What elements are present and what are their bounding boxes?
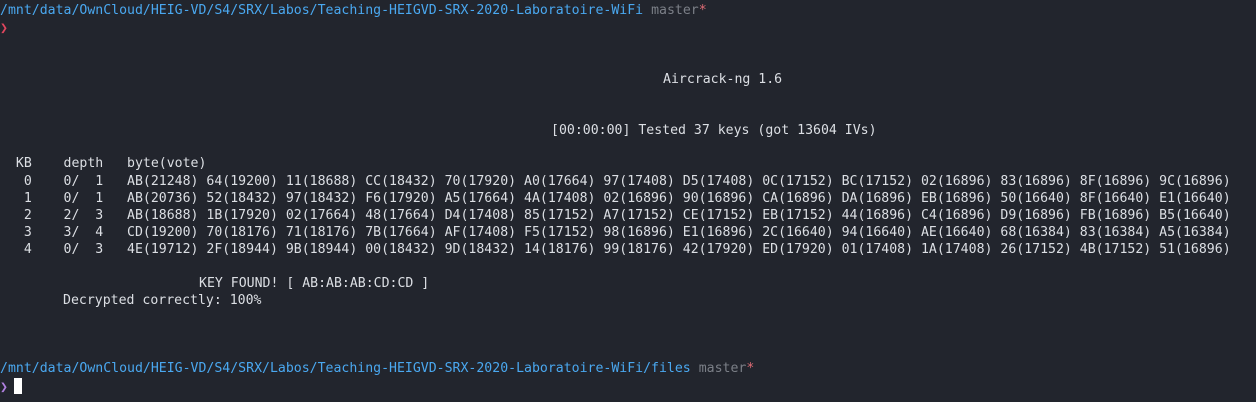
kb-table-row: 4 0/ 3 4E(19712) 2F(18944) 9B(18944) 00(…: [0, 242, 1231, 257]
top-prompt-symbol-line: ❯: [0, 20, 8, 38]
prompt-arrow-icon: ❯: [0, 380, 8, 395]
aircrack-status: [00:00:00] Tested 37 keys (got 13604 IVs…: [551, 123, 877, 138]
kb-table-row: 3 3/ 4 CD(19200) 70(18176) 71(18176) 7B(…: [0, 225, 1231, 240]
top-prompt-line: /mnt/data/OwnCloud/HEIG-VD/S4/SRX/Labos/…: [0, 2, 707, 20]
git-branch: master: [698, 361, 747, 376]
key-found-text: KEY FOUND! [ AB:AB:AB:CD:CD ]: [199, 276, 430, 291]
text-cursor[interactable]: [13, 378, 22, 394]
kb-table-row: 2 2/ 3 AB(18688) 1B(17920) 02(17664) 48(…: [0, 208, 1231, 223]
git-branch: master: [651, 3, 699, 18]
decrypted-text: Decrypted correctly: 100%: [63, 293, 262, 308]
bottom-prompt-input-line[interactable]: ❯: [0, 378, 22, 396]
kb-table-row: 1 0/ 1 AB(20736) 52(18432) 97(18432) F6(…: [0, 191, 1231, 206]
aircrack-title: Aircrack-ng 1.6: [663, 72, 783, 87]
prompt-arrow-icon: ❯: [0, 21, 8, 36]
kb-table-row: 0 0/ 1 AB(21248) 64(19200) 11(18688) CC(…: [0, 174, 1231, 189]
git-dirty-marker: *: [698, 3, 707, 18]
prompt-path: /mnt/data/OwnCloud/HEIG-VD/S4/SRX/Labos/…: [0, 3, 644, 18]
terminal-window[interactable]: /mnt/data/OwnCloud/HEIG-VD/S4/SRX/Labos/…: [0, 0, 1256, 402]
git-dirty-marker: *: [746, 361, 755, 376]
kb-table-header: KB depth byte(vote): [0, 156, 207, 171]
prompt-path: /mnt/data/OwnCloud/HEIG-VD/S4/SRX/Labos/…: [0, 361, 691, 376]
bottom-prompt-line: /mnt/data/OwnCloud/HEIG-VD/S4/SRX/Labos/…: [0, 360, 754, 378]
